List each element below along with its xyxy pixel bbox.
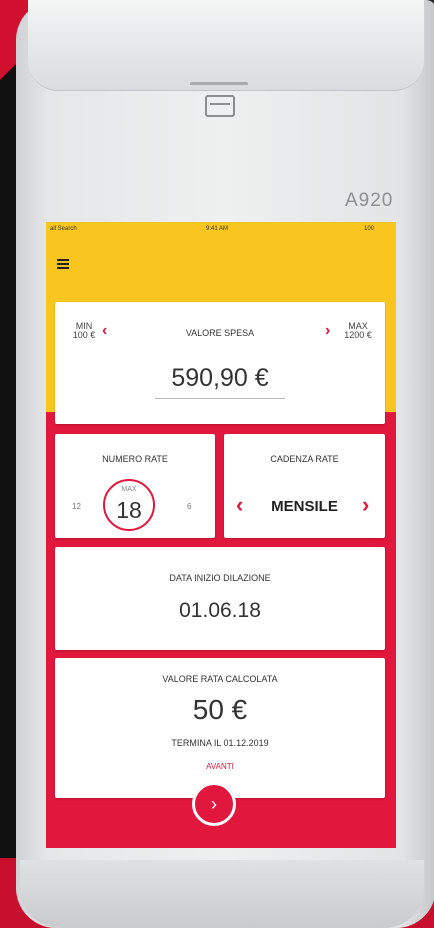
next-label[interactable]: AVANTI — [55, 762, 385, 771]
installments-label: NUMERO RATE — [102, 454, 168, 464]
clock-text: 9:41 AM — [206, 226, 229, 232]
paper-icon — [205, 95, 235, 117]
status-bar: all Search 9:41 AM 100 — [46, 222, 396, 236]
max-value: 1200 € — [344, 330, 372, 340]
frequency-card: CADENZA RATE ‹ MENSILE › — [224, 434, 385, 538]
start-date-label: DATA INIZIO DILAZIONE — [169, 573, 271, 583]
frequency-next-chevron-icon[interactable]: › — [362, 492, 369, 518]
spend-underline — [155, 398, 285, 399]
installments-selector[interactable]: MAX 18 — [103, 479, 155, 531]
carrier-text: all Search — [50, 226, 77, 232]
spend-label: VALORE SPESA — [185, 328, 255, 338]
terminal-printer-top — [28, 0, 424, 91]
calc-value: 50 € — [192, 694, 248, 725]
increase-chevron-icon[interactable]: › — [325, 322, 330, 340]
next-button[interactable]: › — [192, 782, 236, 826]
spend-card: MIN 100 € ‹ VALORE SPESA › MAX 1200 € 59… — [55, 302, 385, 424]
installments-next[interactable]: 6 — [187, 502, 191, 511]
app-screen: all Search 9:41 AM 100 MIN 100 € ‹ VALOR… — [46, 222, 396, 848]
terminal-base — [20, 860, 424, 928]
battery-text: 100 — [364, 226, 375, 232]
frequency-label: CADENZA RATE — [270, 454, 339, 464]
printer-slot — [190, 82, 248, 93]
calc-card: VALORE RATA CALCOLATA 50 € TERMINA IL 01… — [55, 658, 385, 798]
calc-label: VALORE RATA CALCOLATA — [162, 674, 278, 684]
device-model-label: A920 — [345, 190, 394, 211]
spend-value[interactable]: 590,90 € — [55, 364, 385, 393]
start-date-card: DATA INIZIO DILAZIONE 01.06.18 — [55, 547, 385, 650]
installments-card: NUMERO RATE 12 MAX 18 6 — [55, 434, 215, 538]
chevron-right-icon: › — [211, 794, 217, 814]
end-date-text: TERMINA IL 01.12.2019 — [171, 738, 269, 748]
frequency-value: MENSILE — [271, 498, 338, 515]
menu-icon[interactable] — [57, 259, 69, 269]
installments-prev[interactable]: 12 — [72, 502, 81, 511]
installments-max-label: MAX — [121, 486, 137, 493]
start-date-value[interactable]: 01.06.18 — [55, 599, 385, 623]
max-indicator: MAX 1200 € — [338, 322, 378, 340]
installments-current: 18 — [116, 497, 142, 523]
